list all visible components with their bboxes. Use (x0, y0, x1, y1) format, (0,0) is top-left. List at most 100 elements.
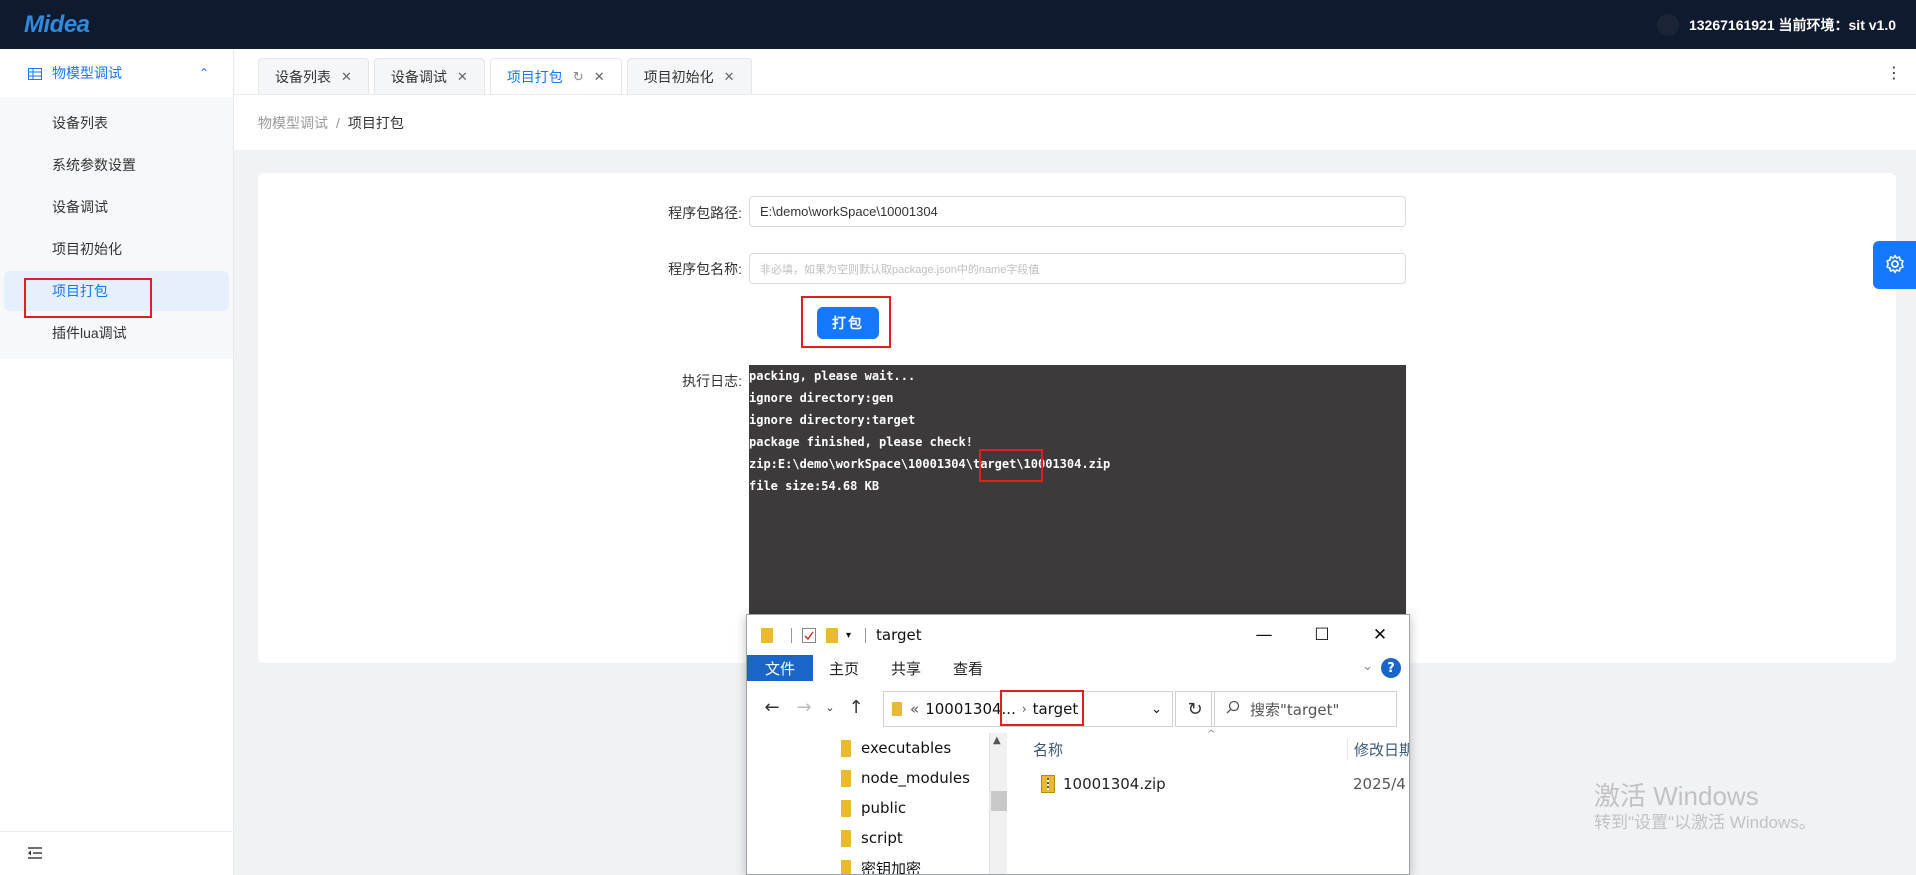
folder-icon (841, 739, 851, 757)
midea-logo[interactable]: Midea (24, 11, 90, 39)
expand-ribbon-icon[interactable]: ⌄ (1362, 659, 1373, 674)
file-explorer-window: ▾ target — ☐ ✕ 文件 主页 共享 查看 ⌄ ? ← → ⌄ ↑ «… (746, 614, 1410, 875)
close-icon[interactable]: ✕ (457, 69, 468, 85)
close-window-icon[interactable]: ✕ (1351, 615, 1409, 655)
log-zip-line: zip:E:\demo\workSpace\10001304\target\10… (749, 453, 1406, 475)
breadcrumb-root[interactable]: 物模型调试 (258, 113, 328, 133)
log-line: file size:54.68 KB (749, 479, 880, 493)
file-name: 10001304.zip (1063, 775, 1166, 793)
folder-icon (892, 702, 902, 716)
table-icon (28, 67, 42, 80)
sidebar-parent-label: 物模型调试 (52, 65, 122, 81)
ribbon-tab-view[interactable]: 查看 (937, 655, 999, 681)
chevron-up-icon: ⌃ (198, 66, 209, 80)
ribbon-tab-home[interactable]: 主页 (813, 655, 875, 681)
tab-project-init[interactable]: 项目初始化 ✕ (626, 58, 752, 94)
more-vertical-icon[interactable]: ⋮ (1886, 63, 1902, 83)
file-name-cell: 10001304.zip (1011, 775, 1347, 793)
sidebar: 物模型调试 ⌃ 设备列表 系统参数设置 设备调试 项目初始化 项目打包 插件lu… (0, 49, 234, 875)
nav-item-encryption[interactable]: 密钥加密 (747, 853, 1011, 875)
file-modified: 2025/4 (1353, 775, 1406, 793)
explorer-ribbon: 文件 主页 共享 查看 ⌄ ? (747, 655, 1409, 681)
forward-arrow-icon[interactable]: → (791, 697, 817, 718)
reload-icon[interactable]: ↻ (573, 69, 584, 85)
help-icon[interactable]: ? (1381, 658, 1401, 678)
tab-device-debug[interactable]: 设备调试 ✕ (373, 58, 485, 94)
sidebar-item-lua-debug[interactable]: 插件lua调试 (4, 313, 229, 353)
refresh-icon[interactable]: ↻ (1175, 691, 1215, 727)
up-arrow-icon[interactable]: ↑ (843, 697, 869, 718)
nav-item-script[interactable]: script (747, 823, 1011, 853)
settings-float-button[interactable] (1873, 241, 1916, 289)
overflow-chevron-icon[interactable]: « (910, 700, 919, 718)
sidebar-item-system-params[interactable]: 系统参数设置 (4, 145, 229, 185)
file-list-header: ^ 名称 修改日期 (1011, 729, 1409, 765)
sidebar-submenu: 设备列表 系统参数设置 设备调试 项目初始化 项目打包 插件lua调试 (0, 97, 233, 359)
sidebar-parent-menu[interactable]: 物模型调试 ⌃ (0, 49, 233, 97)
sidebar-item-device-list[interactable]: 设备列表 (4, 103, 229, 143)
sidebar-collapse-bar (0, 831, 234, 875)
column-modified[interactable]: 修改日期 (1347, 738, 1409, 760)
new-folder-icon[interactable] (826, 627, 838, 643)
menu-fold-icon[interactable] (28, 846, 42, 862)
log-zip-prefix: zip:E:\demo\workSpace\10001304 (749, 457, 966, 471)
customize-toolbar-icon[interactable]: ▾ (846, 630, 851, 641)
zip-file-icon (1041, 775, 1055, 793)
close-icon[interactable]: ✕ (594, 69, 605, 85)
scroll-up-icon[interactable]: ▲ (993, 735, 1001, 746)
search-icon (1226, 700, 1240, 718)
nav-scrollbar[interactable]: ▲ (989, 733, 1007, 874)
folder-icon (841, 769, 851, 787)
file-row[interactable]: 10001304.zip 2025/4 (1011, 765, 1409, 803)
breadcrumb-separator: / (336, 114, 340, 131)
maximize-icon[interactable]: ☐ (1293, 615, 1351, 655)
package-name-input[interactable]: 非必填，如果为空则默认取package.json中的name字段值 (749, 253, 1406, 284)
column-name[interactable]: 名称 (1011, 739, 1347, 760)
ribbon-tab-file[interactable]: 文件 (747, 655, 814, 681)
package-path-input[interactable]: E:\demo\workSpace\10001304 (749, 196, 1406, 227)
sidebar-item-project-init[interactable]: 项目初始化 (4, 229, 229, 269)
user-avatar[interactable] (1656, 13, 1679, 36)
nav-item-label: script (861, 829, 903, 847)
quick-access-separator (791, 627, 792, 643)
log-line: package finished, please check! (749, 435, 973, 449)
activation-watermark-subtitle: 转到"设置"以激活 Windows。 (1594, 813, 1816, 832)
address-dropdown-icon[interactable]: ⌄ (1151, 702, 1162, 717)
nav-item-node-modules[interactable]: node_modules (747, 763, 1011, 793)
navigation-pane: executables node_modules public script 密… (747, 733, 1011, 875)
close-icon[interactable]: ✕ (341, 69, 352, 85)
search-placeholder: 搜索"target" (1250, 700, 1340, 719)
window-controls: — ☐ ✕ (1235, 615, 1409, 655)
top-bar: Midea 13267161921 当前环境：sit v1.0 (0, 0, 1916, 49)
tab-label: 项目打包 (506, 68, 563, 85)
nav-item-public[interactable]: public (747, 793, 1011, 823)
folder-icon (841, 799, 851, 817)
sidebar-item-device-debug[interactable]: 设备调试 (4, 187, 229, 227)
minimize-icon[interactable]: — (1235, 615, 1293, 655)
breadcrumb-current: 项目打包 (347, 114, 404, 131)
path-label: 程序包路径: (668, 205, 742, 221)
annotation-box-address-target (1000, 690, 1084, 726)
log-line: ignore directory:gen (749, 391, 894, 405)
recent-locations-icon[interactable]: ⌄ (823, 701, 837, 714)
nav-item-label: executables (861, 739, 952, 757)
nav-item-label: 密钥加密 (861, 859, 922, 875)
explorer-body: executables node_modules public script 密… (747, 729, 1409, 875)
nav-item-label: public (861, 799, 907, 817)
tab-project-pack[interactable]: 项目打包 ↻ ✕ (489, 58, 622, 94)
user-env-text[interactable]: 13267161921 当前环境：sit v1.0 (1689, 15, 1896, 35)
close-icon[interactable]: ✕ (724, 69, 735, 85)
log-line: packing, please wait... (749, 369, 916, 383)
explorer-title-bar: ▾ target — ☐ ✕ (747, 615, 1409, 655)
properties-icon[interactable] (802, 627, 816, 643)
pack-form-card: 程序包路径: E:\demo\workSpace\10001304 程序包名称:… (258, 173, 1896, 663)
ribbon-tab-share[interactable]: 共享 (875, 655, 937, 681)
back-arrow-icon[interactable]: ← (759, 697, 785, 718)
tab-label: 设备调试 (390, 68, 447, 85)
tab-bar: 设备列表 ✕ 设备调试 ✕ 项目打包 ↻ ✕ 项目初始化 ✕ ⋮ (234, 49, 1916, 95)
nav-item-executables[interactable]: executables (747, 733, 1011, 763)
tab-device-list[interactable]: 设备列表 ✕ (258, 58, 369, 94)
tab-label: 设备列表 (275, 68, 331, 85)
explorer-search-box[interactable]: 搜索"target" (1211, 691, 1397, 727)
scrollbar-thumb[interactable] (991, 791, 1007, 811)
